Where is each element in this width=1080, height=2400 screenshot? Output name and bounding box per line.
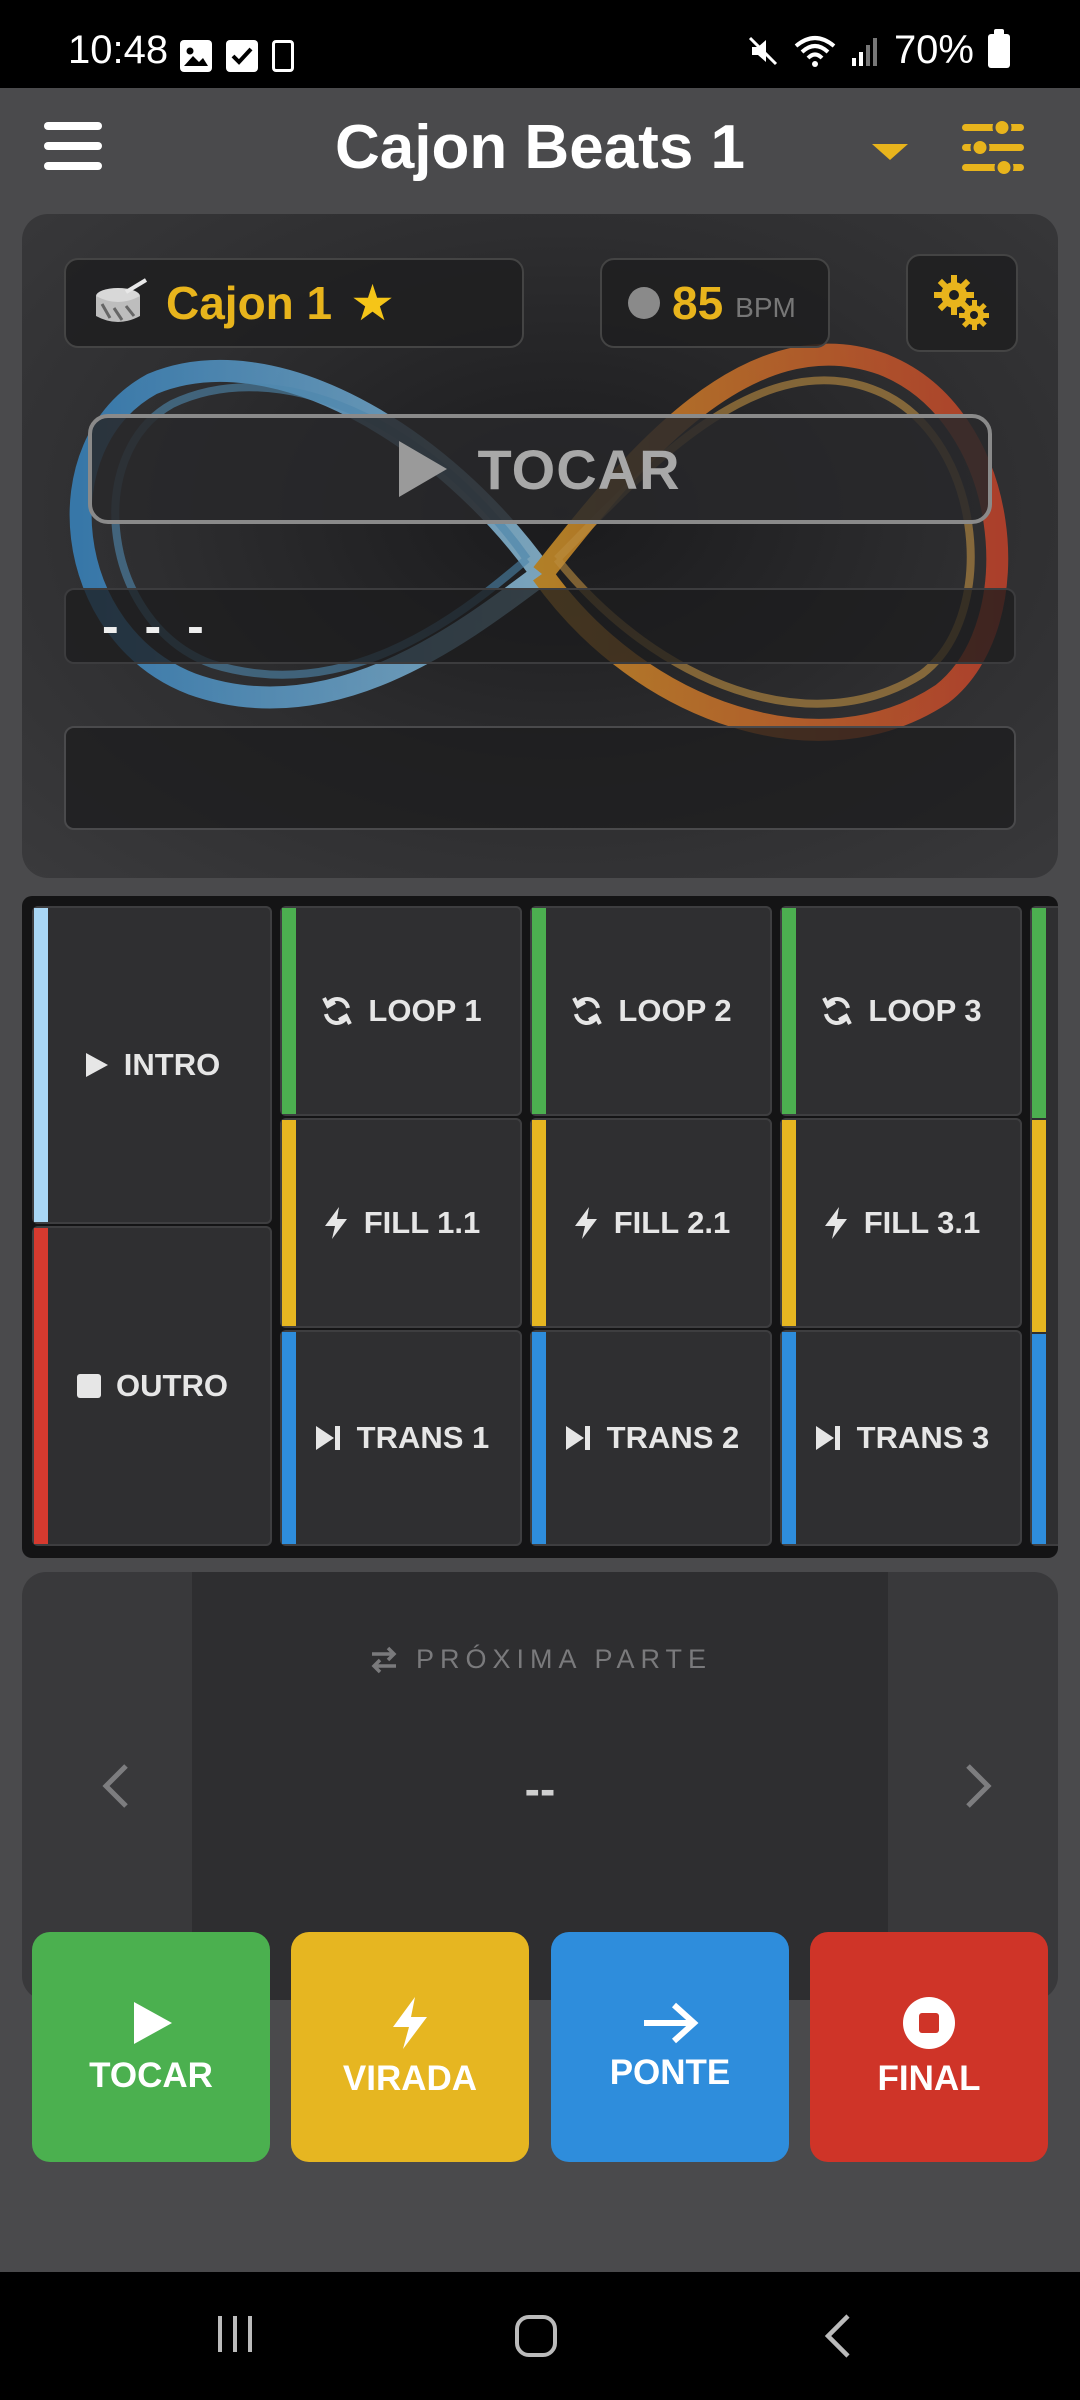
- loop-icon: [322, 997, 353, 1025]
- play-button[interactable]: TOCAR: [88, 414, 992, 524]
- skip-next-icon: [565, 1426, 590, 1450]
- status-time: 10:48: [68, 28, 169, 72]
- pad-loop-2[interactable]: LOOP 2: [530, 906, 772, 1116]
- stop-icon: [77, 1374, 102, 1398]
- pad-label: LOOP 3: [868, 993, 982, 1028]
- pad-label: TRANS 3: [856, 1420, 990, 1455]
- skip-next-icon: [315, 1426, 340, 1450]
- pad-outro[interactable]: OUTRO: [32, 1226, 272, 1546]
- wifi-icon: [794, 35, 836, 67]
- pad-fill-3[interactable]: FILL 3.1: [780, 1118, 1022, 1328]
- pad-fill-2[interactable]: FILL 2.1: [530, 1118, 772, 1328]
- chevron-left-icon[interactable]: [88, 1756, 148, 1816]
- pad-label: INTRO: [123, 1047, 221, 1082]
- fill-action-label: VIRADA: [342, 2059, 478, 2098]
- pad-label: TRANS 2: [606, 1420, 740, 1455]
- signal-icon: [851, 37, 877, 66]
- pad-trans-3[interactable]: TRANS 3: [780, 1330, 1022, 1546]
- kit-selector[interactable]: Cajon 1 ★: [64, 258, 524, 348]
- back-icon[interactable]: [818, 2312, 858, 2360]
- pad-label: FILL 3.1: [863, 1205, 981, 1240]
- fill-action-button[interactable]: VIRADA: [291, 1932, 529, 2162]
- loop-icon: [822, 997, 853, 1025]
- sliders-icon[interactable]: [960, 118, 1026, 178]
- image-icon: [180, 40, 212, 72]
- pad-label: TRANS 1: [356, 1420, 490, 1455]
- system-nav-bar: [0, 2272, 1080, 2400]
- arrow-right-icon: [644, 2002, 699, 2044]
- pad-label: FILL 1.1: [363, 1205, 481, 1240]
- pad-trans-2[interactable]: TRANS 2: [530, 1330, 772, 1546]
- bolt-icon: [393, 1997, 427, 2049]
- pad-label: FILL 2.1: [613, 1205, 731, 1240]
- recent-apps-icon[interactable]: [212, 2312, 258, 2356]
- home-icon[interactable]: [512, 2312, 560, 2360]
- bolt-icon: [574, 1207, 597, 1239]
- metronome-dot-icon: [628, 287, 660, 319]
- pad-intro[interactable]: INTRO: [32, 906, 272, 1224]
- play-action-label: TOCAR: [89, 2056, 213, 2095]
- hero-card: Cajon 1 ★ 85 BPM TOCAR - - -: [22, 214, 1058, 878]
- loop-icon: [572, 997, 603, 1025]
- chevron-right-icon[interactable]: [946, 1756, 1006, 1816]
- app-screen: Cajon Beats 1 Cajon 1 ★ 85 BPM TOCAR - -…: [0, 88, 1080, 2272]
- play-icon: [134, 2002, 172, 2044]
- app-bar: Cajon Beats 1: [0, 88, 1080, 208]
- info-display: [64, 726, 1016, 830]
- bpm-unit: BPM: [735, 292, 796, 323]
- bpm-value: 85: [672, 277, 724, 329]
- next-part-value: --: [524, 1763, 556, 1815]
- page-title: Cajon Beats 1: [334, 113, 746, 182]
- bpm-control[interactable]: 85 BPM: [600, 258, 830, 348]
- end-action-button[interactable]: FINAL: [810, 1932, 1048, 2162]
- current-part-display: - - -: [64, 588, 1016, 664]
- status-right: 70%: [746, 28, 1010, 73]
- skip-next-icon: [815, 1426, 840, 1450]
- bridge-action-label: PONTE: [609, 2053, 731, 2092]
- drum-icon: [96, 278, 148, 322]
- pad-label: OUTRO: [116, 1368, 228, 1403]
- pad-trans-1[interactable]: TRANS 1: [280, 1330, 522, 1546]
- status-left-icons: [180, 40, 294, 72]
- pad-grid: INTRO OUTRO LOOP 1 FILL 1.1 TRANS 1 LOOP…: [22, 896, 1058, 1558]
- check-box-icon: [226, 40, 258, 72]
- pad-column-4-partial[interactable]: [1030, 906, 1058, 1546]
- pad-loop-3[interactable]: LOOP 3: [780, 906, 1022, 1116]
- play-button-label: TOCAR: [477, 437, 681, 501]
- bridge-action-button[interactable]: PONTE: [551, 1932, 789, 2162]
- battery-icon: [988, 28, 1010, 68]
- star-icon[interactable]: ★: [350, 274, 395, 332]
- next-part-heading-text: PRÓXIMA PARTE: [415, 1644, 713, 1674]
- pad-label: LOOP 2: [618, 993, 732, 1028]
- play-icon: [85, 1053, 108, 1077]
- stop-circle-icon: [903, 1997, 955, 2049]
- pad-fill-1[interactable]: FILL 1.1: [280, 1118, 522, 1328]
- end-action-label: FINAL: [877, 2059, 981, 2098]
- phone-icon: [272, 40, 294, 72]
- next-part-heading: PRÓXIMA PARTE: [192, 1644, 888, 1675]
- pad-loop-1[interactable]: LOOP 1: [280, 906, 522, 1116]
- kit-name: Cajon 1: [166, 277, 333, 329]
- gears-icon: [934, 275, 989, 330]
- action-buttons: TOCAR VIRADA PONTE FINAL: [0, 1932, 1080, 2164]
- battery-percent: 70%: [893, 28, 974, 72]
- swap-icon: [371, 1646, 397, 1673]
- play-icon: [399, 441, 448, 497]
- status-bar: 10:48 70%: [0, 0, 1080, 88]
- play-action-button[interactable]: TOCAR: [32, 1932, 270, 2162]
- bolt-icon: [324, 1207, 347, 1239]
- mute-icon: [748, 36, 777, 65]
- pad-label: LOOP 1: [368, 993, 482, 1028]
- bolt-icon: [824, 1207, 847, 1239]
- caret-down-icon[interactable]: [872, 144, 908, 160]
- kit-settings-button[interactable]: [906, 254, 1018, 352]
